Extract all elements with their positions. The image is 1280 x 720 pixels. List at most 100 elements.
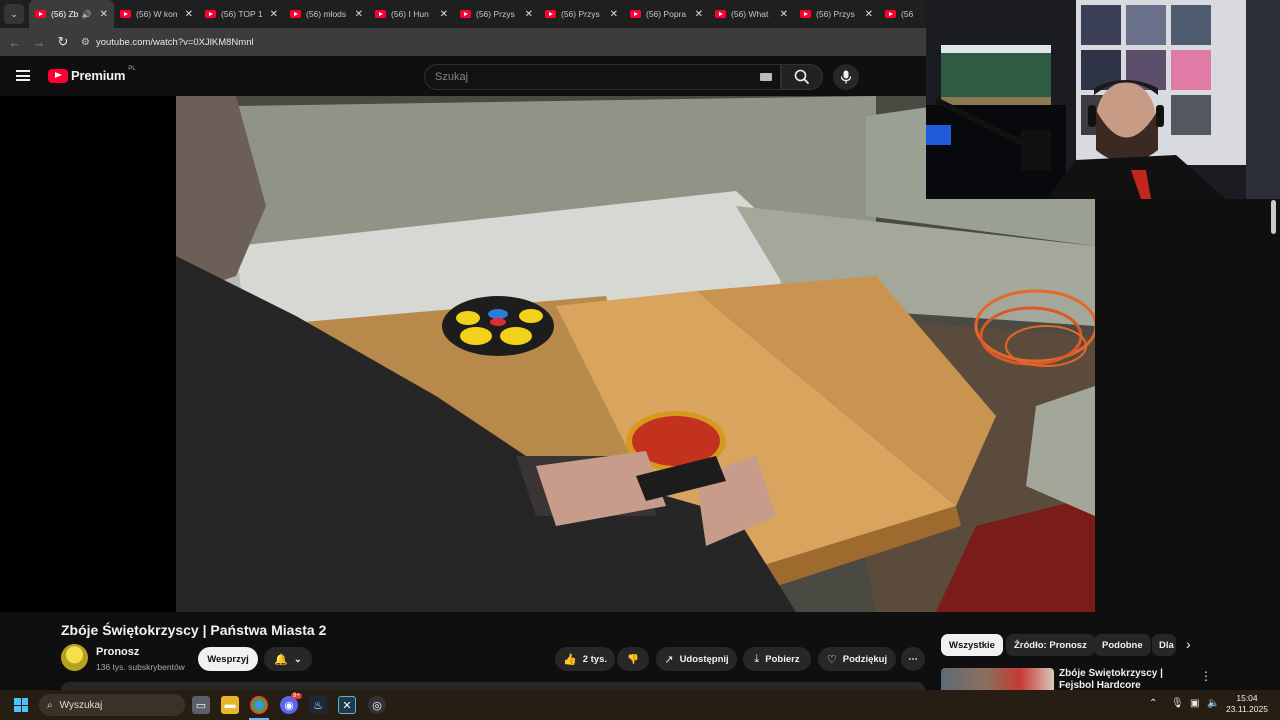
chrome-icon[interactable] [250, 696, 268, 714]
download-icon: ⤓ [754, 652, 760, 665]
browser-tab[interactable]: (56) Przys ✕ [454, 0, 539, 28]
browser-tab[interactable]: (56) Ne [879, 0, 919, 28]
obs-icon[interactable]: ◎ [368, 696, 386, 714]
subscriber-count: 136 tys. subskrybentów [96, 662, 185, 672]
download-label: Pobierz [765, 653, 800, 665]
youtube-favicon-icon [800, 10, 811, 18]
browser-tab[interactable]: (56) Przys ✕ [794, 0, 879, 28]
share-button[interactable]: ↗ Udostępnij [656, 647, 737, 671]
clock-date: 23.11.2025 [1226, 704, 1268, 714]
notifications-button[interactable]: 🔔 ⌄ [264, 647, 312, 671]
browser-tab[interactable]: (56) What ✕ [709, 0, 794, 28]
close-tab-icon[interactable]: ✕ [100, 9, 108, 20]
taskbar-search[interactable]: ⌕ Wyszukaj [39, 694, 185, 716]
microphone-icon[interactable]: 🎙 [1171, 698, 1184, 709]
screen: ⌄ (56) Zb 🔊 ✕ (56) W kon ✕ (56) TOP 1 ✕ (5… [0, 0, 1280, 720]
chevron-up-icon[interactable]: ⌃ [1149, 698, 1157, 709]
youtube-logo[interactable]: Premium PL [48, 66, 136, 83]
search-input[interactable]: Szukaj [424, 64, 781, 90]
browser-tab[interactable]: (56) Zb 🔊 ✕ [29, 0, 114, 28]
close-tab-icon[interactable]: ✕ [780, 9, 788, 20]
description-box[interactable] [61, 682, 925, 690]
channel-avatar[interactable] [61, 644, 88, 671]
forward-arrow-icon[interactable]: → [27, 35, 51, 50]
site-info-icon[interactable]: ⚙ [81, 37, 90, 48]
windows-start-icon[interactable] [14, 698, 28, 712]
youtube-favicon-icon [545, 10, 556, 18]
tab-title: (56) W kon [136, 9, 178, 19]
microphone-icon [840, 70, 852, 84]
tab-title: (56) Przys [816, 9, 855, 19]
thumbs-down-icon: 👎 [627, 653, 639, 665]
youtube-favicon-icon [715, 10, 726, 18]
like-button[interactable]: 👍 2 tys. [555, 647, 615, 671]
recommendation-title[interactable]: Zbóje Świętokrzyscy | Fejsbol Hardcore [1059, 668, 1194, 690]
chip-source[interactable]: Źródło: Pronosz [1006, 634, 1095, 656]
tab-title: (56) Przys [476, 9, 515, 19]
close-tab-icon[interactable]: ✕ [440, 9, 448, 20]
volume-icon[interactable]: 🔈 [1207, 698, 1219, 709]
taskbar-search-label: Wyszukaj [59, 699, 103, 711]
logo-text: Premium [71, 68, 126, 83]
youtube-favicon-icon [290, 10, 301, 18]
close-tab-icon[interactable]: ✕ [525, 9, 533, 20]
heart-dollar-icon: ♡ [826, 653, 837, 666]
search-icon: ⌕ [47, 699, 53, 711]
more-vertical-icon[interactable]: ⋮ [1200, 669, 1212, 683]
speaker-icon[interactable]: 🔊 [82, 10, 92, 19]
close-tab-icon[interactable]: ✕ [270, 9, 278, 20]
recommendation-thumbnail[interactable] [941, 668, 1054, 690]
chip-all[interactable]: Wszystkie [941, 634, 1003, 656]
chevron-right-icon[interactable]: › [1186, 636, 1191, 652]
search-button[interactable] [781, 64, 823, 90]
menu-icon[interactable] [16, 70, 30, 81]
close-tab-icon[interactable]: ✕ [865, 9, 873, 20]
share-label: Udostępnij [679, 653, 729, 665]
tab-search-dropdown-icon[interactable]: ⌄ [4, 4, 24, 24]
terminal-icon[interactable]: ✕ [338, 696, 356, 714]
thanks-button[interactable]: ♡ Podziękuj [818, 647, 896, 671]
browser-tab[interactable]: (56) Przys ✕ [539, 0, 624, 28]
youtube-favicon-icon [630, 10, 641, 18]
webcam-feed-illustration [926, 0, 1280, 199]
steam-icon[interactable]: ♨ [309, 696, 327, 714]
more-actions-button[interactable]: ⋯ [901, 647, 925, 671]
taskbar-clock[interactable]: 15:04 23.11.2025 [1222, 693, 1272, 715]
browser-tab[interactable]: (56) młods ✕ [284, 0, 369, 28]
file-explorer-icon[interactable]: ▬ [221, 696, 239, 714]
tab-title: (56) What [731, 9, 769, 19]
url-field[interactable]: ⚙ youtube.com/watch?v=0XJlKM8Nmnl [81, 31, 917, 53]
browser-tab[interactable]: (56) TOP 1 ✕ [199, 0, 284, 28]
more-horizontal-icon: ⋯ [908, 653, 918, 665]
network-icon[interactable]: ▣ [1190, 698, 1199, 709]
browser-tab[interactable]: (56) I Hun ✕ [369, 0, 454, 28]
chip-related[interactable]: Podobne [1094, 634, 1151, 656]
keyboard-icon[interactable] [760, 73, 772, 81]
search-icon [794, 69, 810, 85]
page-scrollbar[interactable] [1271, 200, 1276, 234]
channel-name[interactable]: Pronosz [96, 646, 139, 658]
share-icon: ↗ [664, 653, 674, 666]
close-tab-icon[interactable]: ✕ [695, 9, 703, 20]
close-tab-icon[interactable]: ✕ [610, 9, 618, 20]
voice-search-button[interactable] [833, 64, 859, 90]
reload-icon[interactable]: ↻ [51, 34, 75, 50]
address-bar: ← → ↻ ⚙ youtube.com/watch?v=0XJlKM8Nmnl [0, 28, 926, 56]
back-arrow-icon[interactable]: ← [3, 35, 27, 50]
tab-title: (56) Ne [901, 9, 913, 19]
task-view-icon[interactable]: ▭ [192, 696, 210, 714]
youtube-favicon-icon [885, 10, 896, 18]
chip-for-you[interactable]: Dla [1152, 634, 1176, 656]
support-button[interactable]: Wesprzyj [198, 647, 258, 671]
close-tab-icon[interactable]: ✕ [185, 9, 193, 20]
dislike-button[interactable]: 👎 [617, 647, 649, 671]
chevron-down-icon: ⌄ [293, 653, 302, 665]
browser-tab[interactable]: (56) Popra ✕ [624, 0, 709, 28]
close-tab-icon[interactable]: ✕ [355, 9, 363, 20]
tab-title: (56) Popra [646, 9, 687, 19]
tab-title: (56) Zb [51, 9, 79, 19]
download-button[interactable]: ⤓ Pobierz [743, 647, 811, 671]
browser-tab[interactable]: (56) W kon ✕ [114, 0, 199, 28]
windows-taskbar: ⌕ Wyszukaj ▭ ▬ ◉ 9+ ♨ ✕ ◎ ⌃ 🎙 ▣ 🔈 15:04 … [0, 690, 1280, 720]
thumbs-up-icon: 👍 [563, 653, 577, 666]
